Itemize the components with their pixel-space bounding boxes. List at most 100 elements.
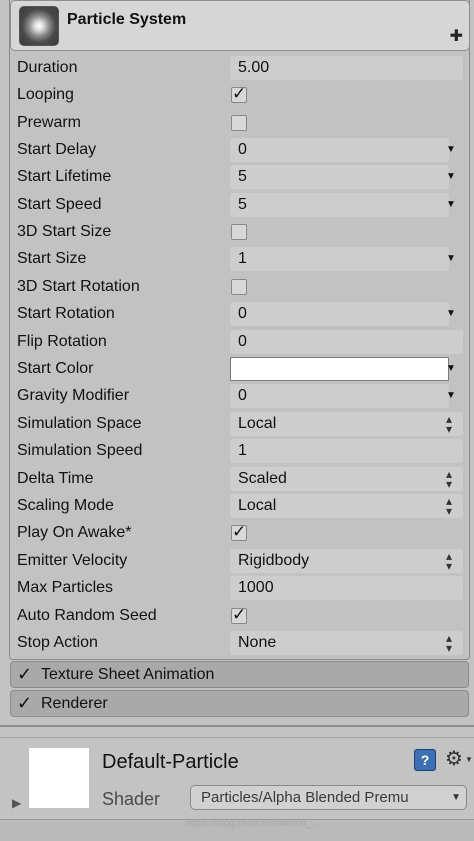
module-enabled-check-icon[interactable]: ✓ <box>17 693 32 714</box>
stop-action-updown-icon[interactable]: ▴ ▾ <box>446 632 452 654</box>
start-size-field[interactable]: 1 <box>230 247 449 271</box>
material-name: Default-Particle <box>102 751 239 773</box>
delta-time-label: Delta Time <box>17 470 94 487</box>
row-emitter-velocity: Emitter Velocity Rigidbody ▴ ▾ <box>14 548 468 575</box>
start-size-dropdown-icon[interactable]: ▼ <box>446 253 456 264</box>
start-lifetime-label: Start Lifetime <box>17 168 112 185</box>
looping-checkbox[interactable]: ✓ <box>231 84 247 103</box>
3d-start-rotation-label: 3D Start Rotation <box>17 278 140 295</box>
check-icon: ✓ <box>232 605 247 624</box>
scaling-mode-updown-icon[interactable]: ▴ ▾ <box>446 495 452 517</box>
row-start-speed: Start Speed 5 ▼ <box>14 192 468 219</box>
gear-icon[interactable]: ⚙ <box>445 746 463 771</box>
start-speed-field[interactable]: 5 <box>230 193 449 217</box>
3d-start-rotation-checkbox[interactable] <box>231 279 247 295</box>
scaling-mode-label: Scaling Mode <box>17 497 114 514</box>
foldout-arrow-icon[interactable]: ▶ <box>12 796 21 810</box>
simulation-speed-field[interactable]: 1 <box>230 439 463 463</box>
max-particles-label: Max Particles <box>17 579 114 596</box>
check-icon: ✓ <box>232 84 247 103</box>
simulation-space-select[interactable]: Local <box>230 412 463 436</box>
row-stop-action: Stop Action None ▴ ▾ <box>14 630 468 657</box>
start-delay-dropdown-icon[interactable]: ▼ <box>446 144 456 155</box>
row-start-lifetime: Start Lifetime 5 ▼ <box>14 164 468 191</box>
material-section: ▶ Default-Particle Shader Particles/Alph… <box>0 737 474 819</box>
flip-rotation-field[interactable]: 0 <box>230 330 463 354</box>
module-label: Texture Sheet Animation <box>41 666 215 683</box>
delta-time-updown-icon[interactable]: ▴ ▾ <box>446 468 452 490</box>
start-color-dropdown-icon[interactable]: ▼ <box>446 363 456 374</box>
max-particles-field[interactable]: 1000 <box>230 576 463 600</box>
3d-start-size-checkbox[interactable] <box>231 224 247 240</box>
row-delta-time: Delta Time Scaled ▴ ▾ <box>14 466 468 493</box>
shader-dropdown[interactable]: Particles/Alpha Blended Premu ▼ <box>190 785 467 810</box>
module-enabled-check-icon[interactable]: ✓ <box>17 664 32 685</box>
start-lifetime-field[interactable]: 5 <box>230 165 449 189</box>
start-speed-label: Start Speed <box>17 196 102 213</box>
row-auto-random-seed: Auto Random Seed ✓ <box>14 603 468 630</box>
duration-field[interactable]: 5.00 <box>230 56 463 80</box>
stop-action-select[interactable]: None <box>230 631 463 655</box>
row-scaling-mode: Scaling Mode Local ▴ ▾ <box>14 493 468 520</box>
flip-rotation-label: Flip Rotation <box>17 333 107 350</box>
row-prewarm: Prewarm <box>14 110 468 137</box>
start-color-swatch[interactable] <box>230 357 449 381</box>
component-title: Particle System <box>67 11 187 28</box>
row-start-size: Start Size 1 ▼ <box>14 246 468 273</box>
start-speed-dropdown-icon[interactable]: ▼ <box>446 199 456 210</box>
watermark-text: https://blog.csdn.net/weixin_... <box>186 818 320 829</box>
auto-random-seed-label: Auto Random Seed <box>17 607 157 624</box>
emitter-velocity-updown-icon[interactable]: ▴ ▾ <box>446 550 452 572</box>
shader-label: Shader <box>102 789 161 809</box>
emitter-velocity-select[interactable]: Rigidbody <box>230 549 463 573</box>
start-delay-field[interactable]: 0 <box>230 138 449 162</box>
start-rotation-label: Start Rotation <box>17 305 115 322</box>
start-delay-label: Start Delay <box>17 141 97 158</box>
module-texture-sheet-animation[interactable]: ✓ Texture Sheet Animation <box>10 661 469 688</box>
row-simulation-speed: Simulation Speed 1 <box>14 438 468 465</box>
3d-start-size-label: 3D Start Size <box>17 223 112 240</box>
looping-label: Looping <box>17 86 74 103</box>
start-rotation-field[interactable]: 0 <box>230 302 449 326</box>
row-duration: Duration 5.00 <box>14 55 468 82</box>
particle-system-header[interactable]: Particle System ✚ <box>10 0 470 51</box>
row-play-on-awake: Play On Awake* ✓ <box>14 520 468 547</box>
emitter-velocity-label: Emitter Velocity <box>17 552 128 569</box>
module-renderer[interactable]: ✓ Renderer <box>10 690 469 717</box>
prewarm-label: Prewarm <box>17 114 82 131</box>
gear-dropdown-icon[interactable]: ▼ <box>465 755 473 764</box>
row-simulation-space: Simulation Space Local ▴ ▾ <box>14 411 468 438</box>
start-color-label: Start Color <box>17 360 94 377</box>
dropdown-arrow-icon: ▼ <box>451 792 461 803</box>
simulation-space-label: Simulation Space <box>17 415 142 432</box>
play-on-awake-checkbox[interactable]: ✓ <box>231 522 247 541</box>
row-3d-start-rotation: 3D Start Rotation <box>14 274 468 301</box>
start-lifetime-dropdown-icon[interactable]: ▼ <box>446 171 456 182</box>
delta-time-select[interactable]: Scaled <box>230 467 463 491</box>
divider <box>0 725 474 727</box>
auto-random-seed-checkbox[interactable]: ✓ <box>231 605 247 624</box>
gravity-modifier-field[interactable]: 0 <box>230 384 449 408</box>
row-gravity-modifier: Gravity Modifier 0 ▼ <box>14 383 468 410</box>
material-preview-thumbnail[interactable] <box>29 748 89 808</box>
gravity-modifier-label: Gravity Modifier <box>17 387 130 404</box>
row-start-color: Start Color ▼ <box>14 356 468 383</box>
play-on-awake-label: Play On Awake* <box>17 524 132 541</box>
help-book-icon[interactable]: ? <box>414 749 436 771</box>
row-start-delay: Start Delay 0 ▼ <box>14 137 468 164</box>
start-rotation-dropdown-icon[interactable]: ▼ <box>446 308 456 319</box>
row-flip-rotation: Flip Rotation 0 <box>14 329 468 356</box>
gravity-modifier-dropdown-icon[interactable]: ▼ <box>446 390 456 401</box>
row-start-rotation: Start Rotation 0 ▼ <box>14 301 468 328</box>
particle-system-icon <box>19 6 59 46</box>
shader-value: Particles/Alpha Blended Premu <box>201 789 409 806</box>
simulation-space-updown-icon[interactable]: ▴ ▾ <box>446 413 452 435</box>
row-looping: Looping ✓ <box>14 82 468 109</box>
prewarm-checkbox[interactable] <box>231 115 247 131</box>
check-icon: ✓ <box>232 522 247 541</box>
row-3d-start-size: 3D Start Size <box>14 219 468 246</box>
add-icon[interactable]: ✚ <box>450 26 463 46</box>
scaling-mode-select[interactable]: Local <box>230 494 463 518</box>
row-max-particles: Max Particles 1000 <box>14 575 468 602</box>
stop-action-label: Stop Action <box>17 634 98 651</box>
